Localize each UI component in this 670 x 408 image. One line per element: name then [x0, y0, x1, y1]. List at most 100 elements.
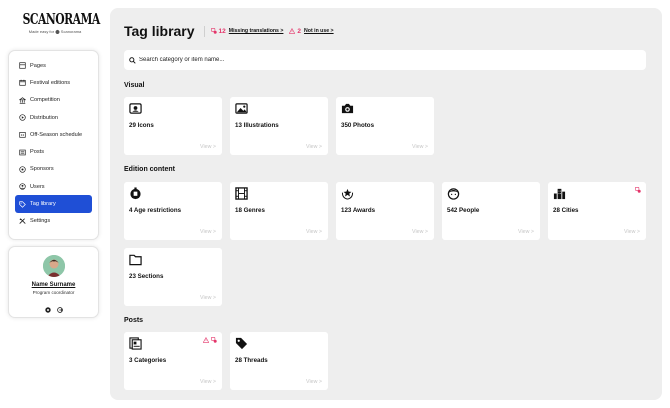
city-icon — [553, 188, 566, 200]
translation-missing-icon[interactable] — [211, 337, 217, 343]
icon-set-icon — [129, 103, 142, 114]
camera-icon — [341, 103, 354, 114]
sidebar-item-competition[interactable]: Competition — [15, 92, 92, 109]
tag-card-people[interactable]: 542 People View > — [442, 182, 540, 240]
search-bar — [124, 50, 646, 70]
sidebar-item-label: Settings — [30, 218, 51, 225]
brand-logo: SCANORAMA — [22, 10, 101, 28]
tag-card-threads[interactable]: 28 Threads View > — [230, 332, 328, 390]
card-flags — [635, 187, 641, 193]
logout-icon[interactable] — [56, 300, 63, 313]
tag-card-label: 23 Sections — [129, 273, 164, 280]
section-title-posts: Posts — [124, 317, 144, 324]
page-header: Tag library 12 Missing translations > 2 … — [124, 23, 340, 39]
sidebar-item-label: Sponsors — [30, 166, 54, 173]
sidebar-item-distribution[interactable]: Distribution — [15, 109, 92, 126]
brand[interactable]: SCANORAMA Made easy for ⬤ Scanorama — [10, 10, 101, 40]
sidebar-item-label: Pages — [30, 62, 46, 69]
tag-card-label: 28 Threads — [235, 357, 268, 364]
view-link[interactable]: View > — [200, 229, 216, 235]
image-icon — [235, 103, 248, 114]
folder-icon — [129, 254, 142, 266]
translation-missing-icon — [210, 28, 217, 34]
view-link[interactable]: View > — [412, 144, 428, 150]
categories-icon — [129, 337, 142, 350]
unused-label: Not in use > — [304, 28, 334, 34]
avatar[interactable] — [42, 255, 65, 277]
sponsor-icon — [19, 166, 26, 173]
play-circle-icon — [19, 114, 26, 121]
pages-icon — [19, 62, 26, 69]
missing-translations-link[interactable]: 12 Missing translations > — [210, 27, 284, 35]
tag-card-cities[interactable]: 28 Cities View > — [548, 182, 646, 240]
tag-card-label: 542 People — [447, 207, 480, 214]
translation-missing-icon[interactable] — [635, 187, 641, 193]
view-link[interactable]: View > — [306, 379, 322, 385]
view-link[interactable]: View > — [200, 144, 216, 150]
missing-count: 12 — [218, 27, 226, 35]
sidebar-item-label: Distribution — [30, 114, 58, 121]
view-link[interactable]: View > — [624, 229, 640, 235]
film-icon — [235, 187, 248, 200]
view-link[interactable]: View > — [306, 144, 322, 150]
user-name[interactable]: Name Surname — [9, 282, 98, 288]
person-face-icon — [447, 188, 460, 200]
user-role: Program coordinator — [32, 290, 75, 295]
tag-card-label: 29 Icons — [129, 122, 154, 129]
view-link[interactable]: View > — [412, 229, 428, 235]
sidebar-item-label: Competition — [30, 97, 60, 104]
view-link[interactable]: View > — [200, 295, 216, 301]
tag-card-label: 3 Categories — [129, 357, 167, 364]
tag-card-illustrations[interactable]: 13 Illustrations View > — [230, 97, 328, 155]
view-link[interactable]: View > — [200, 379, 216, 385]
sidebar-item-posts[interactable]: Posts — [15, 143, 92, 160]
user-icon — [19, 183, 26, 190]
divider — [203, 25, 205, 37]
not-in-use-link[interactable]: 2 Not in use > — [289, 27, 334, 35]
search-icon — [129, 56, 136, 64]
sidebar-item-label: Off-Season schedule — [30, 131, 83, 138]
sidebar-item-settings[interactable]: Settings — [15, 213, 92, 230]
brand-tagline: Made easy for ⬤ Scanorama — [28, 29, 82, 34]
tag-card-label: 123 Awards — [341, 207, 376, 214]
tag-card-label: 13 Illustrations — [235, 122, 279, 129]
view-link[interactable]: View > — [518, 229, 534, 235]
award-icon — [341, 188, 354, 200]
tag-icon — [19, 200, 26, 208]
tag-thread-icon — [235, 337, 248, 350]
age-restriction-icon — [130, 187, 141, 200]
tag-card-age-restrictions[interactable]: 4 Age restrictions View > — [124, 182, 222, 240]
search-input[interactable] — [139, 57, 641, 63]
tag-card-genres[interactable]: 18 Genres View > — [230, 182, 328, 240]
tag-card-label: 28 Cities — [553, 207, 579, 214]
tag-card-awards[interactable]: 123 Awards View > — [336, 182, 434, 240]
section-title-edition-content: Edition content — [124, 166, 175, 173]
user-settings-icon[interactable] — [44, 300, 51, 313]
sidebar-item-off-season[interactable]: Off-Season schedule — [15, 126, 92, 143]
tag-card-label: 350 Photos — [341, 122, 375, 129]
sidebar-item-pages[interactable]: Pages — [15, 57, 92, 74]
warning-icon — [289, 28, 296, 34]
sidebar-item-festival-editions[interactable]: Festival editions — [15, 74, 92, 91]
calendar-grid-icon — [19, 132, 26, 138]
newspaper-icon — [19, 149, 26, 155]
tag-card-label: 18 Genres — [235, 207, 265, 214]
settings-icon — [19, 218, 26, 224]
warning-icon[interactable] — [203, 337, 209, 343]
unused-count: 2 — [297, 27, 302, 35]
sidebar-item-tag-library[interactable]: Tag library — [15, 195, 92, 213]
tag-card-photos[interactable]: 350 Photos View > — [336, 97, 434, 155]
tag-card-categories[interactable]: 3 Categories View > — [124, 332, 222, 390]
sidebar-nav: Pages Festival editions Competition Dist… — [8, 50, 99, 240]
missing-label: Missing translations > — [228, 28, 284, 34]
tag-card-sections[interactable]: 23 Sections View > — [124, 248, 222, 306]
section-title-visual: Visual — [124, 82, 145, 89]
view-link[interactable]: View > — [306, 229, 322, 235]
sidebar-item-label: Festival editions — [30, 79, 71, 86]
tag-card-label: 4 Age restrictions — [129, 207, 182, 214]
tag-card-icons[interactable]: 29 Icons View > — [124, 97, 222, 155]
sidebar-item-label: Users — [30, 183, 45, 190]
sidebar-item-users[interactable]: Users — [15, 178, 92, 195]
sidebar-item-sponsors[interactable]: Sponsors — [15, 161, 92, 178]
main-panel: Tag library 12 Missing translations > 2 … — [110, 8, 662, 400]
